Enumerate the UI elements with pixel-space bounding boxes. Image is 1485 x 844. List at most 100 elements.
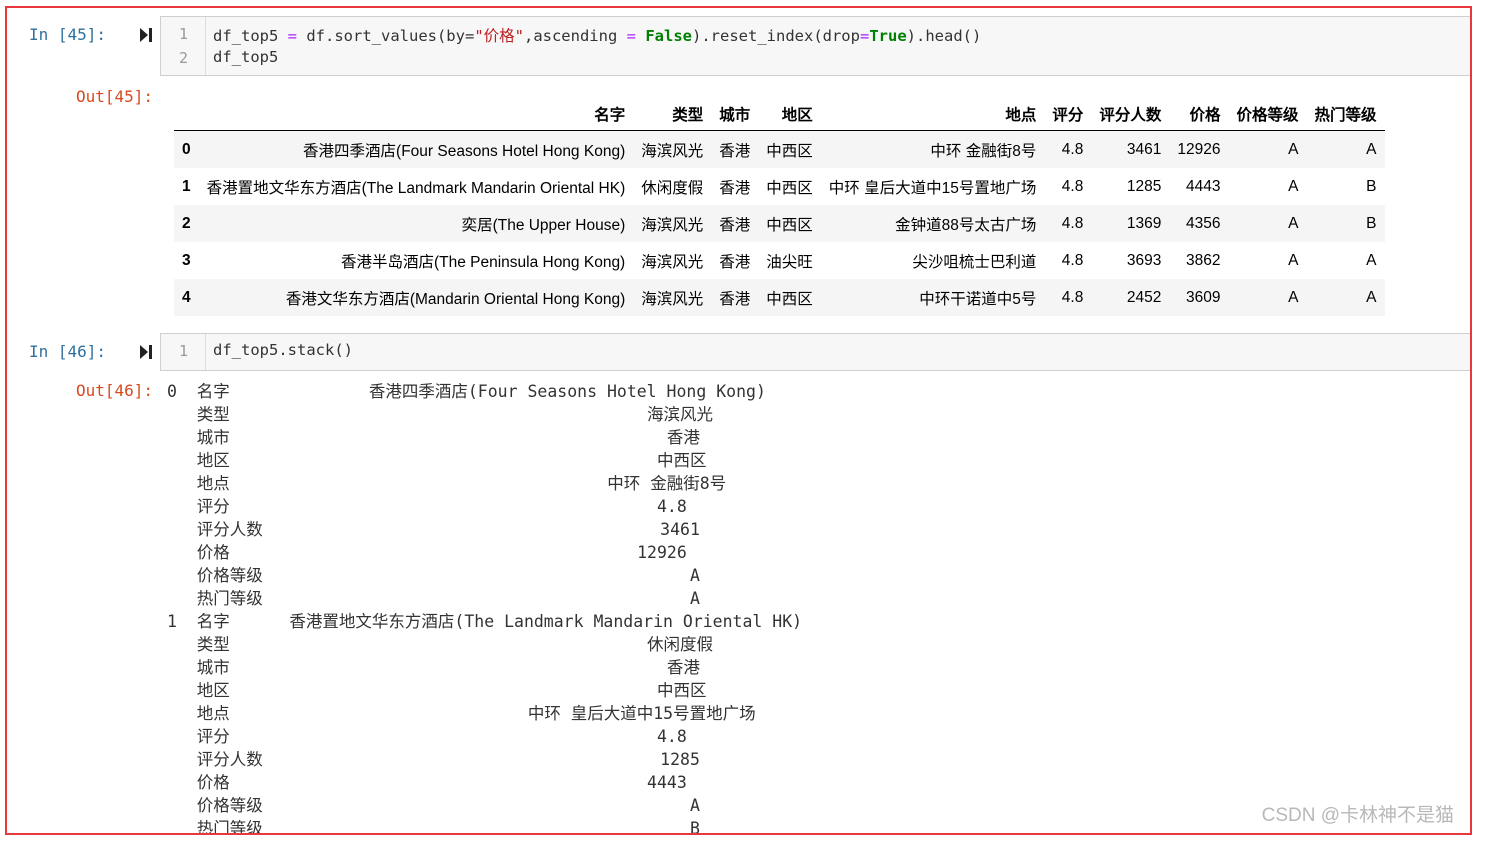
output-line: 热门等级 A [167,589,700,608]
output-line: 1 名字 香港置地文华东方酒店(The Landmark Mandarin Or… [167,612,803,631]
cell-type: 海滨风光 [641,142,704,160]
out-prompt-46: Out[46]: [76,381,154,400]
cell-city: 香港 [719,142,751,160]
cell-name: 香港置地文华东方酒店(The Landmark Mandarin Orienta… [206,179,626,197]
line-number: 1 [179,342,189,360]
stack-output: 0 名字 香港四季酒店(Four Seasons Hotel Hong Kong… [167,380,803,833]
column-header-type: 类型 [633,97,712,131]
output-line: 城市 香港 [167,658,700,677]
table-header-row: 名字 类型 城市 地区 地点 评分 评分人数 价格 价格等级 热门等级 [174,97,1385,131]
cell-address: 金钟道88号太古广场 [895,216,1037,234]
cell-price-level: A [1288,251,1299,269]
cell-address: 中环干诺道中5号 [919,290,1037,308]
table-row: 3 香港半岛酒店(The Peninsula Hong Kong) 海滨风光 香… [174,242,1385,279]
cell-rating-count: 1285 [1126,177,1162,195]
cell-rating: 4.8 [1061,177,1084,195]
run-cell-icon[interactable] [139,344,153,360]
column-header-rating: 评分 [1044,97,1092,131]
code-cell-46[interactable]: 1 df_top5.stack() [160,333,1470,371]
table-row: 1 香港置地文华东方酒店(The Landmark Mandarin Orien… [174,168,1385,205]
cell-price-level: A [1288,177,1299,195]
column-header-popularity-level: 热门等级 [1306,97,1385,131]
output-line: 0 名字 香港四季酒店(Four Seasons Hotel Hong Kong… [167,382,766,401]
cell-price-level: A [1288,214,1299,232]
row-index: 1 [182,177,191,195]
code-cell-45[interactable]: 1 2 df_top5 = df.sort_values(by="价格",asc… [160,16,1470,76]
row-index: 3 [182,251,191,269]
cell-rating-count: 2452 [1126,288,1162,306]
cell-name: 奕居(The Upper House) [461,216,626,234]
cell-type: 海滨风光 [641,216,704,234]
cell-rating: 4.8 [1061,288,1084,306]
line-number: 1 [179,25,189,43]
row-index: 4 [182,288,191,306]
output-line: 地区 中西区 [167,681,707,700]
cell-price: 3862 [1186,251,1221,269]
output-line: 评分人数 3461 [167,520,700,539]
output-line: 评分 4.8 [167,497,687,516]
output-line: 价格 12926 [167,543,687,562]
cell-city: 香港 [719,253,751,271]
cell-popularity-level: B [1366,214,1377,232]
cell-price-level: A [1288,288,1299,306]
cell-price-level: A [1288,140,1299,158]
cell-rating: 4.8 [1061,251,1084,269]
cell-rating-count: 1369 [1126,214,1162,232]
code-line-1[interactable]: df_top5.stack() [213,341,353,359]
code-line-2[interactable]: df_top5 [213,48,278,66]
column-header-rating-count: 评分人数 [1091,97,1170,131]
cell-address: 中环 金融街8号 [930,142,1037,160]
output-line: 类型 海滨风光 [167,405,714,424]
code-line-1[interactable]: df_top5 = df.sort_values(by="价格",ascendi… [213,24,981,46]
column-header-city: 城市 [711,97,759,131]
cell-popularity-level: A [1366,140,1377,158]
cell-popularity-level: A [1366,288,1377,306]
watermark: CSDN @卡林神不是猫 [1261,805,1454,826]
cell-popularity-level: A [1366,251,1377,269]
column-header-price-level: 价格等级 [1228,97,1307,131]
row-index: 2 [182,214,191,232]
output-line: 价格等级 A [167,796,700,815]
run-cell-icon[interactable] [139,27,153,43]
cell-district: 中西区 [766,142,813,160]
output-line: 地点 中环 金融街8号 [167,474,727,493]
output-line: 类型 休闲度假 [167,635,714,654]
table-row: 0 香港四季酒店(Four Seasons Hotel Hong Kong) 海… [174,130,1385,168]
column-header-address: 地点 [820,97,1045,131]
cell-rating-count: 3693 [1126,251,1162,269]
line-number: 2 [179,49,189,67]
index-header [174,97,199,131]
cell-price: 3609 [1186,288,1221,306]
cell-district: 油尖旺 [766,253,813,271]
cell-rating-count: 3461 [1126,140,1162,158]
column-header-name: 名字 [198,97,634,131]
output-line: 价格 4443 [167,773,687,792]
cell-price: 12926 [1177,140,1221,158]
cell-price: 4443 [1186,177,1221,195]
column-header-price: 价格 [1169,97,1229,131]
output-line: 价格等级 A [167,566,700,585]
in-prompt-46: In [46]: [29,342,107,361]
cell-rating: 4.8 [1061,140,1084,158]
cell-type: 海滨风光 [641,290,704,308]
cell-district: 中西区 [766,179,813,197]
notebook-frame: In [45]: 1 2 df_top5 = df.sort_values(by… [5,6,1472,835]
dataframe-table: 名字 类型 城市 地区 地点 评分 评分人数 价格 价格等级 热门等级 0 香港… [174,97,1385,316]
table-row: 2 奕居(The Upper House) 海滨风光 香港 中西区 金钟道88号… [174,205,1385,242]
out-prompt-45: Out[45]: [76,87,154,106]
cell-type: 海滨风光 [641,253,704,271]
cell-type: 休闲度假 [641,179,704,197]
cell-rating: 4.8 [1061,214,1084,232]
in-prompt-45: In [45]: [29,25,107,44]
output-line: 评分 4.8 [167,727,687,746]
output-line: 评分人数 1285 [167,750,700,769]
table-row: 4 香港文华东方酒店(Mandarin Oriental Hong Kong) … [174,279,1385,316]
output-line: 地区 中西区 [167,451,707,470]
cell-city: 香港 [719,216,751,234]
cell-popularity-level: B [1366,177,1377,195]
output-line: 地点 中环 皇后大道中15号置地广场 [167,704,756,723]
cell-address: 尖沙咀梳士巴利道 [912,253,1037,271]
cell-name: 香港文华东方酒店(Mandarin Oriental Hong Kong) [285,290,626,308]
cell-price: 4356 [1186,214,1221,232]
cell-district: 中西区 [766,290,813,308]
